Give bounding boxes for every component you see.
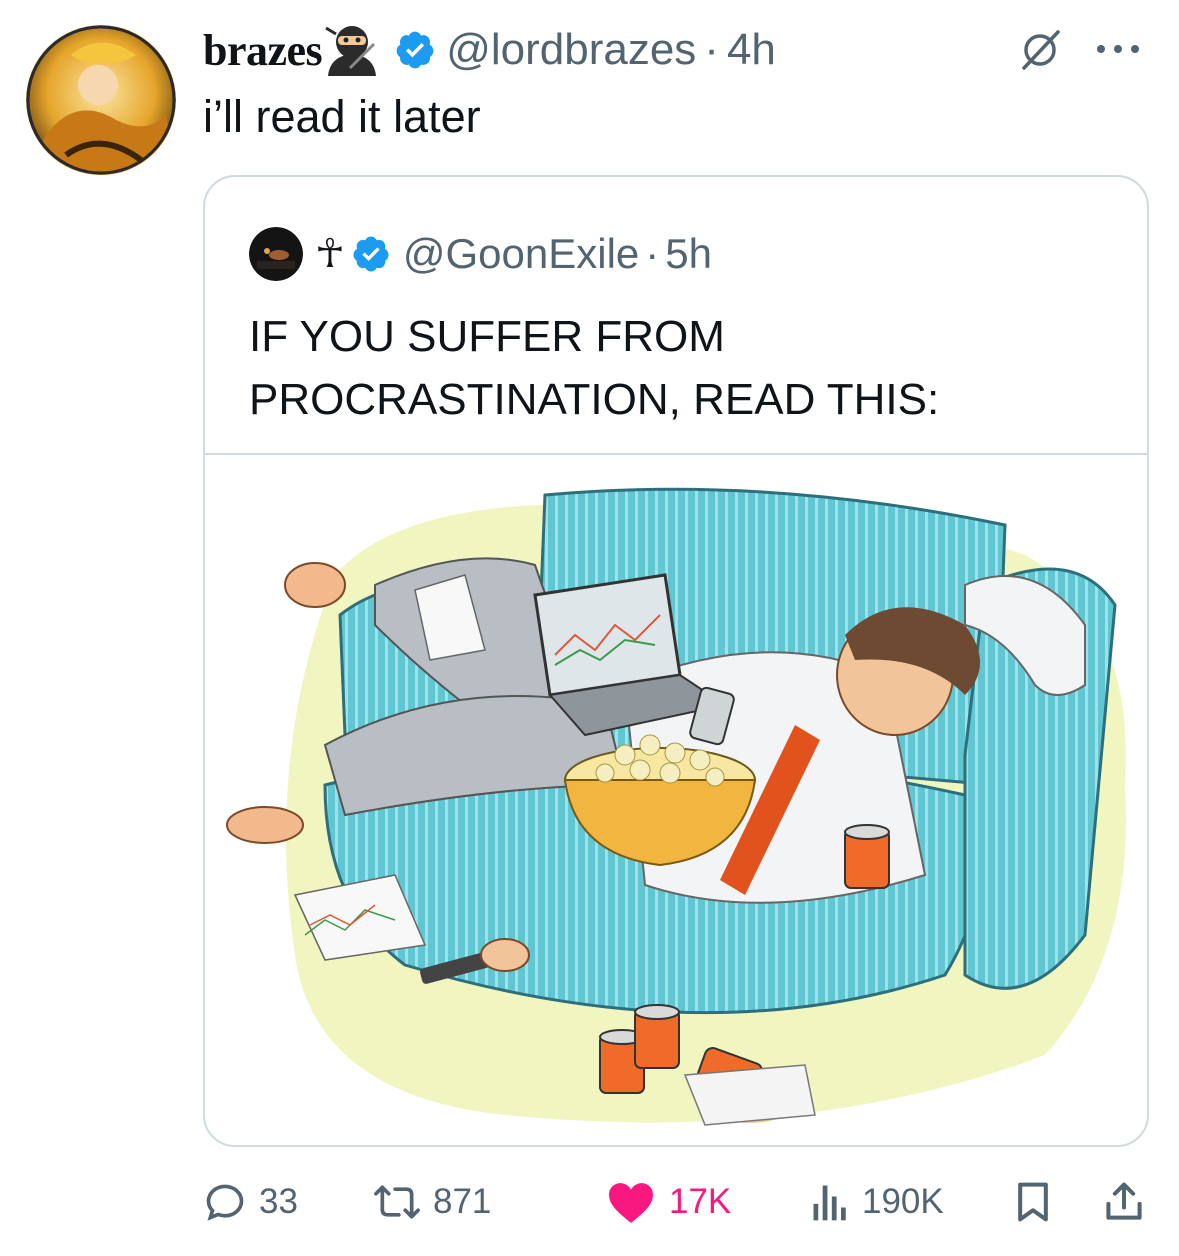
more-options-icon[interactable]	[1093, 40, 1143, 58]
like-button[interactable]: 17K	[605, 1172, 731, 1232]
quoted-post-timestamp: 5h	[665, 230, 712, 277]
share-button[interactable]	[1103, 1172, 1145, 1232]
bookmark-icon	[1018, 1182, 1048, 1222]
post-action-bar: 33 871 17K 190K	[203, 1172, 1149, 1232]
share-icon	[1106, 1182, 1142, 1220]
repost-count: 871	[433, 1182, 492, 1221]
reply-button[interactable]: 33	[203, 1172, 298, 1232]
separator-dot: ·	[704, 25, 719, 74]
repost-icon	[374, 1185, 420, 1219]
views-button[interactable]: 190K	[810, 1172, 944, 1232]
heart-icon	[609, 1183, 653, 1223]
author-display-name[interactable]: brazes	[203, 25, 323, 76]
quoted-post-header: ☥ @GoonExile · 5h	[249, 227, 712, 281]
verified-badge-icon	[394, 29, 436, 71]
bookmark-button[interactable]	[1013, 1172, 1053, 1232]
grok-icon[interactable]	[1018, 28, 1062, 72]
verified-badge-icon	[351, 234, 391, 274]
author-avatar[interactable]	[26, 25, 176, 175]
author-handle[interactable]: @lordbrazes	[446, 25, 696, 75]
views-count: 190K	[862, 1182, 944, 1221]
quoted-author-display-name: ☥	[315, 232, 345, 276]
like-count: 17K	[669, 1182, 732, 1221]
quoted-post[interactable]: ☥ @GoonExile · 5h IF YOU SUFFER FROM PRO…	[203, 175, 1149, 1147]
post-header: brazes @lordbrazes · 4h	[203, 24, 776, 76]
quoted-post-image[interactable]	[205, 455, 1147, 1145]
reply-icon	[206, 1184, 244, 1221]
post-text: i’ll read it later	[203, 91, 481, 142]
quoted-author-avatar	[249, 227, 303, 281]
repost-button[interactable]: 871	[373, 1172, 491, 1232]
ninja-emoji-icon	[322, 24, 382, 76]
quoted-post-text: IF YOU SUFFER FROM PROCRASTINATION, READ…	[249, 312, 940, 424]
post-timestamp[interactable]: 4h	[727, 25, 776, 75]
reply-count: 33	[259, 1182, 298, 1221]
quoted-author-handle: @GoonExile	[402, 230, 640, 277]
separator-dot: ·	[645, 230, 660, 277]
views-icon	[813, 1185, 846, 1221]
